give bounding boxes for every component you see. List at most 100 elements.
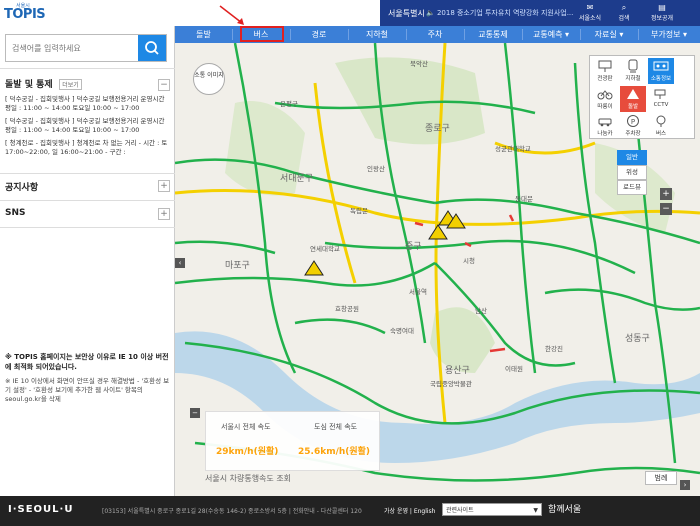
incident-item[interactable]: [ 청계천로 - 집회및행사 ] 청계천로 차 없는 거리 - 시간 : 토 1…	[5, 139, 170, 157]
map-label: 은평구	[280, 100, 298, 108]
nav-archive[interactable]: 자료실 ▾	[580, 26, 638, 43]
traffic-map[interactable]: 종로구 서대문구 마포구 용산구 중구 성동구 은평구 독립문 서울역 시청 인…	[175, 43, 700, 496]
layer-traffic-info[interactable]: 소통정보	[648, 58, 674, 84]
map-label: 국립중앙박물관	[430, 380, 472, 388]
bike-icon	[597, 90, 613, 100]
incidents-more-button[interactable]: 더보기	[59, 79, 82, 90]
seoul-news-icon[interactable]: ✉ 서울소식	[576, 3, 604, 23]
collapse-icon[interactable]: −	[158, 79, 170, 91]
map-label: 남산	[475, 307, 487, 315]
collapse-sidebar-icon[interactable]: ‹	[175, 258, 185, 268]
incident-item[interactable]: [ 덕수궁길 - 집회및행사 ] 덕수궁길 보행전용거리 운영시간 평일 : 1…	[5, 117, 170, 135]
svg-text:P: P	[631, 118, 635, 126]
layer-label: 주차장	[625, 131, 641, 137]
map-label: 이태원	[505, 365, 523, 373]
layer-label: 버스	[655, 131, 667, 137]
map-label: 성균관대학교	[495, 145, 531, 153]
expand-icon[interactable]: +	[158, 180, 170, 192]
nav-extra-info-label: 부가정보	[650, 30, 681, 39]
related-sites-select[interactable]: 관련사이트 ▼	[442, 503, 542, 516]
map-label: 종로구	[425, 124, 450, 134]
divider	[0, 173, 175, 174]
sitemap-label: 검색	[618, 15, 630, 22]
collapse-speed-icon[interactable]: −	[190, 408, 200, 418]
maptype-roadview[interactable]: 로드뷰	[617, 180, 647, 195]
map-label: 북악산	[410, 60, 428, 68]
nav-traffic-control[interactable]: 교통통제	[464, 26, 522, 43]
map-label: 성동구	[625, 334, 650, 344]
incidents-section: 돌발 및 통제 더보기 −	[5, 77, 170, 91]
map-label: 서대문구	[280, 174, 314, 184]
city-speed-label: 서울시 전체 속도	[221, 423, 271, 431]
top-header: 서울시 TOPIS 서울특별시 🔈 2018 중소기업 투자유치 역량강화 지원…	[0, 0, 700, 26]
nav-incident[interactable]: 돌발	[175, 26, 232, 43]
map-label: 용산구	[445, 366, 470, 376]
map-label: 효창공원	[335, 305, 359, 313]
traffic-image-button[interactable]: 소통 이미지	[193, 63, 225, 95]
browser-notice: ※ TOPIS 홈페이지는 보안상 이유로 IE 10 이상 버전에 최적화 되…	[5, 353, 169, 371]
zoom-in-button[interactable]: +	[660, 188, 672, 200]
parking-icon: P	[627, 115, 639, 127]
layer-bus[interactable]: 버스	[648, 113, 674, 139]
layer-label: 지하철	[625, 76, 641, 82]
speed-lookup-link[interactable]: 서울시 차량통행속도 조회	[205, 473, 291, 484]
maptype-normal[interactable]: 일반	[617, 150, 647, 165]
search-box	[5, 34, 167, 62]
nav-route[interactable]: 경로	[290, 26, 348, 43]
layer-label: 소통정보	[650, 76, 672, 82]
incident-item[interactable]: [ 덕수궁길 - 집회및행사 ] 덕수궁길 보행전용거리 운영시간 평일 : 1…	[5, 95, 170, 113]
sns-section: SNS +	[5, 208, 170, 220]
chevron-down-icon: ▾	[619, 30, 624, 39]
expand-icon[interactable]: +	[158, 208, 170, 220]
search-button[interactable]	[138, 35, 166, 61]
map-label: 한강진	[545, 345, 563, 353]
downtown-speed-value: 25.6km/h(원활)	[298, 447, 371, 457]
nav-subway[interactable]: 지하철	[348, 26, 406, 43]
city-speed-value: 29km/h(원활)	[216, 447, 279, 457]
legend-button[interactable]: 범례	[645, 471, 677, 485]
map-label: 시청	[463, 257, 475, 265]
info-icon[interactable]: ▤ 정보공개	[646, 3, 678, 23]
layer-incident[interactable]: 돌발	[620, 86, 646, 112]
news-ticker[interactable]: 🔈 2018 중소기업 투자유치 역량강화 지원사업...	[426, 8, 573, 18]
layer-label: 전광판	[597, 76, 613, 82]
layer-label: CCTV	[653, 102, 669, 108]
annotation-arrow-icon	[219, 5, 244, 25]
map-label: 동대문	[515, 195, 533, 203]
notices-section: 공지사항 +	[5, 180, 170, 193]
seoul-city-link[interactable]: 서울특별시	[388, 8, 425, 19]
seoul-topbar: 서울특별시 🔈 2018 중소기업 투자유치 역량강화 지원사업... ✉ 서울소…	[380, 0, 700, 26]
nav-extra-info[interactable]: 부가정보 ▾	[638, 26, 700, 43]
layer-cctv[interactable]: CCTV	[648, 86, 674, 112]
footer: I·SEOUL·U [03153] 서울특별시 중로구 종로1길 28(수송동 …	[0, 496, 700, 526]
nav-traffic-forecast[interactable]: 교통예측 ▾	[522, 26, 580, 43]
bus-icon	[656, 115, 666, 127]
notices-title: 공지사항	[5, 183, 39, 193]
layer-billboard[interactable]: 전광판	[592, 58, 618, 84]
search-input[interactable]	[6, 35, 136, 61]
maptype-satellite[interactable]: 위성	[617, 165, 647, 180]
footer-links[interactable]: 가상 운영 | English	[384, 506, 436, 515]
browser-notice-detail: ※ IE 10 이상에서 화면이 안뜨실 경우 해결방법 - '호환성 보기 설…	[5, 377, 170, 403]
layer-bike[interactable]: 따릉이	[592, 86, 618, 112]
map-label: 서울역	[409, 288, 427, 296]
layer-subway[interactable]: 지하철	[620, 58, 646, 84]
search-icon	[145, 41, 159, 55]
map-label: 연세대학교	[310, 245, 340, 253]
iseoulu-logo: I·SEOUL·U	[8, 504, 74, 515]
layer-label: 나눔카	[597, 131, 613, 137]
nav-traffic-forecast-label: 교통예측	[532, 30, 563, 39]
incidents-title: 돌발 및 통제	[5, 80, 53, 90]
zoom-out-button[interactable]: −	[660, 203, 672, 215]
sitemap-icon[interactable]: ⌕ 검색	[610, 3, 638, 23]
map-scroll-icon[interactable]: ›	[680, 480, 690, 490]
incident-list: [ 덕수궁길 - 집회및행사 ] 덕수궁길 보행전용거리 운영시간 평일 : 1…	[5, 95, 170, 161]
topis-logo[interactable]: 서울시 TOPIS	[4, 2, 52, 24]
related-sites-label: 관련사이트	[446, 507, 474, 514]
divider	[0, 200, 175, 201]
nav-parking[interactable]: 주차	[406, 26, 464, 43]
map-label: 마포구	[225, 261, 250, 271]
downtown-speed-label: 도심 전체 속도	[314, 423, 358, 431]
layer-car-share[interactable]: 나눔카	[592, 113, 618, 139]
layer-parking[interactable]: P 주차장	[620, 113, 646, 139]
